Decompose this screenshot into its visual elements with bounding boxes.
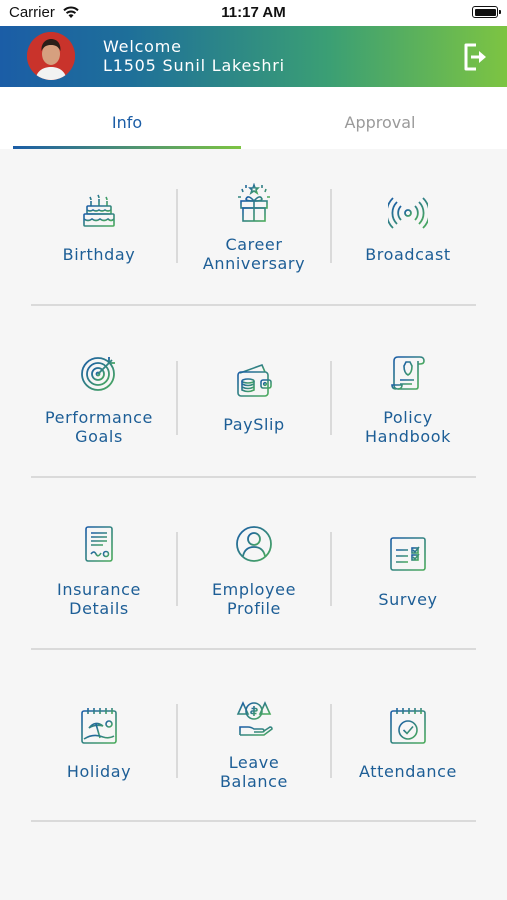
survey-label: Survey — [378, 590, 438, 609]
birthday-cake-icon — [81, 194, 117, 229]
divider — [176, 704, 178, 778]
broadcast-label: Broadcast — [365, 245, 451, 264]
tab-info[interactable]: Info — [13, 87, 241, 149]
insurance-details-line1: Insurance — [57, 580, 141, 599]
survey-tile[interactable]: Survey — [333, 534, 483, 624]
tab-approval[interactable]: Approval — [266, 87, 494, 149]
target-icon — [81, 357, 115, 391]
performance-goals-line2: Goals — [75, 427, 123, 446]
employee-profile-line2: Profile — [227, 599, 281, 618]
attendance-label: Attendance — [359, 762, 457, 781]
career-anniversary-tile[interactable]: Career Anniversary — [179, 183, 329, 283]
career-anniversary-line2: Anniversary — [202, 254, 306, 273]
leave-balance-label: Leave Balance — [179, 753, 329, 791]
attendance-tile[interactable]: Attendance — [333, 706, 483, 796]
tab-indicator — [13, 146, 241, 149]
performance-goals-tile[interactable]: Performance Goals — [24, 353, 174, 453]
wallet-icon — [237, 363, 272, 397]
divider — [330, 189, 332, 263]
leave-balance-line2: Balance — [219, 772, 288, 791]
policy-handbook-tile[interactable]: Policy Handbook — [333, 353, 483, 453]
welcome-text: Welcome L1505 Sunil Lakeshri — [103, 37, 285, 75]
clock: 11:17 AM — [221, 4, 286, 21]
insurance-details-label: Insurance Details — [24, 580, 174, 618]
holiday-label: Holiday — [66, 762, 132, 781]
insurance-details-tile[interactable]: Insurance Details — [24, 524, 174, 624]
insurance-details-line2: Details — [69, 599, 129, 618]
welcome-label: Welcome — [103, 37, 182, 56]
payslip-tile[interactable]: PaySlip — [179, 361, 329, 451]
performance-goals-label: Performance Goals — [24, 408, 174, 446]
user-profile-icon — [236, 526, 272, 562]
row-divider — [31, 648, 476, 650]
row-divider — [31, 304, 476, 306]
beach-calendar-icon — [81, 708, 117, 744]
payslip-label: PaySlip — [223, 415, 285, 434]
divider — [176, 189, 178, 263]
career-anniversary-label: Career Anniversary — [179, 235, 329, 273]
divider — [176, 532, 178, 606]
logout-icon[interactable] — [460, 41, 492, 73]
holiday-tile[interactable]: Holiday — [24, 706, 174, 796]
leave-balance-tile[interactable]: Leave Balance — [179, 697, 329, 797]
divider — [330, 532, 332, 606]
divider — [176, 361, 178, 435]
gift-box-icon — [238, 183, 270, 222]
policy-handbook-line1: Policy — [383, 408, 433, 427]
birthday-tile[interactable]: Birthday — [24, 193, 174, 283]
broadcast-tile[interactable]: Broadcast — [333, 193, 483, 283]
employee-profile-line1: Employee — [211, 580, 297, 599]
divider — [330, 704, 332, 778]
row-divider — [31, 476, 476, 478]
battery-icon — [472, 6, 501, 18]
divider — [330, 361, 332, 435]
avatar[interactable] — [27, 32, 75, 80]
checklist-icon — [390, 537, 426, 571]
calendar-check-icon — [390, 708, 426, 744]
status-bar: Carrier 11:17 AM — [0, 0, 507, 26]
leave-balance-line1: Leave — [228, 753, 280, 772]
tab-bar: Info Approval — [0, 87, 507, 149]
balance-scale-icon — [236, 701, 273, 736]
row-divider — [31, 820, 476, 822]
document-icon — [85, 526, 113, 562]
policy-handbook-label: Policy Handbook — [333, 408, 483, 446]
scroll-icon — [391, 356, 425, 390]
performance-goals-line1: Performance — [45, 408, 153, 427]
policy-handbook-line2: Handbook — [365, 427, 451, 446]
app-header: Welcome L1505 Sunil Lakeshri — [0, 26, 507, 87]
broadcast-icon — [388, 197, 428, 229]
employee-profile-tile[interactable]: Employee Profile — [179, 524, 329, 624]
career-anniversary-line1: Career — [225, 235, 283, 254]
employee-profile-label: Employee Profile — [179, 580, 329, 618]
user-name: L1505 Sunil Lakeshri — [103, 56, 285, 75]
birthday-label: Birthday — [62, 245, 136, 264]
